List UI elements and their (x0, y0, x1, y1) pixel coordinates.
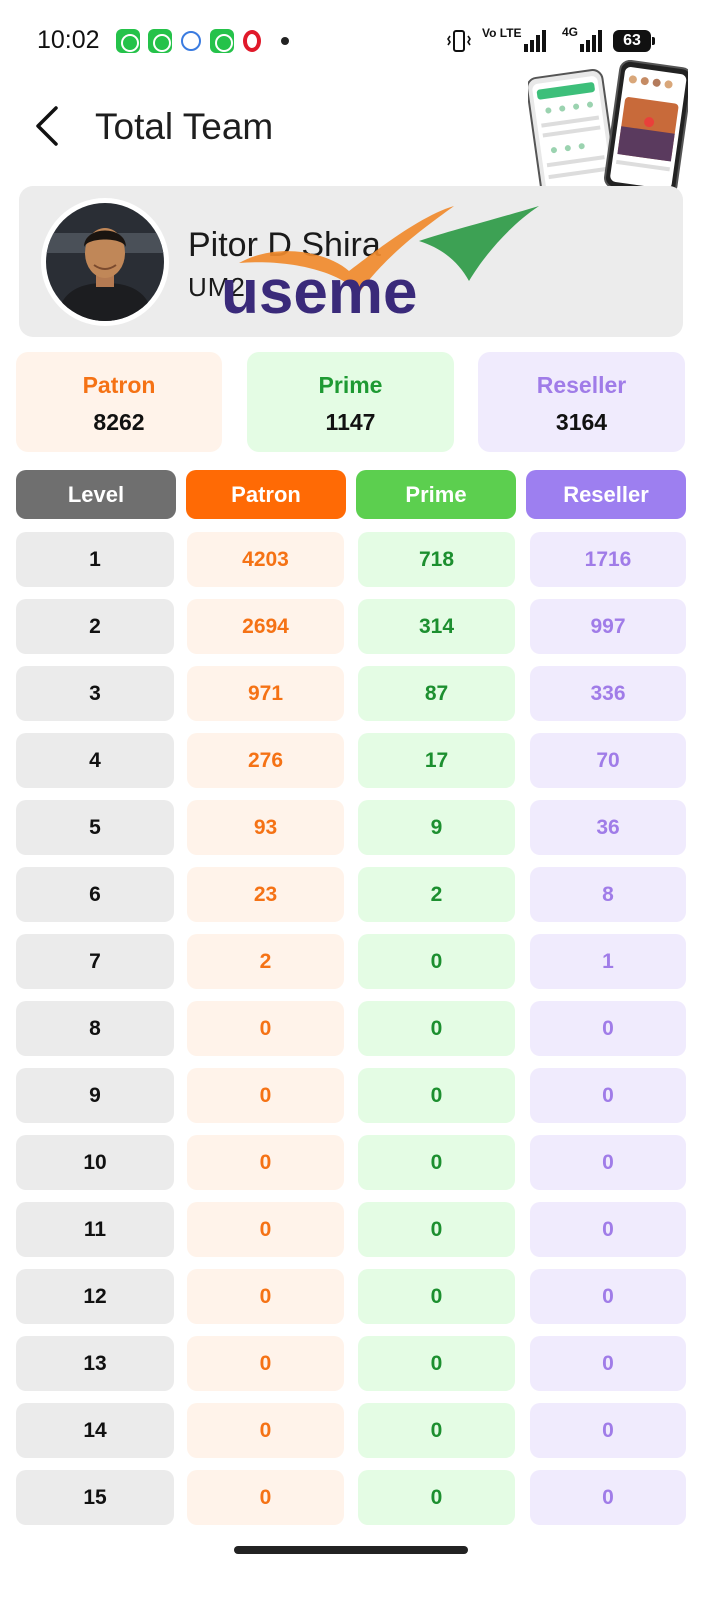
back-button[interactable] (28, 103, 68, 149)
table-cell-level: 5 (16, 800, 174, 855)
column-header-prime: Prime (356, 470, 516, 519)
whatsapp-icon (148, 29, 172, 53)
table-cell-prime: 0 (358, 1470, 515, 1525)
table-cell-reseller: 1716 (530, 532, 686, 587)
table-cell-level: 4 (16, 733, 174, 788)
table-cell-prime: 0 (358, 1403, 515, 1458)
signal-icon (524, 30, 548, 52)
table-cell-reseller: 1 (530, 934, 686, 989)
summary-prime: Prime 1147 (247, 352, 454, 452)
table-cell-reseller: 0 (530, 1269, 686, 1324)
whatsapp-icon (210, 29, 234, 53)
table-cell-level: 12 (16, 1269, 174, 1324)
table-cell-patron: 0 (187, 1068, 344, 1123)
table-cell-reseller: 0 (530, 1202, 686, 1257)
table-cell-level: 2 (16, 599, 174, 654)
table-cell-level: 10 (16, 1135, 174, 1190)
table-cell-reseller: 0 (530, 1068, 686, 1123)
table-cell-patron: 2694 (187, 599, 344, 654)
summary-reseller: Reseller 3164 (478, 352, 685, 452)
home-indicator[interactable] (234, 1546, 468, 1554)
summary-value-prime: 1147 (325, 409, 376, 435)
table-cell-prime: 0 (358, 1001, 515, 1056)
table-cell-level: 15 (16, 1470, 174, 1525)
table-cell-level: 8 (16, 1001, 174, 1056)
table-cell-level: 9 (16, 1068, 174, 1123)
table-cell-level: 7 (16, 934, 174, 989)
vibrate-icon (447, 30, 471, 52)
summary-value-patron: 8262 (93, 409, 145, 435)
table-cell-level: 3 (16, 666, 174, 721)
table-cell-prime: 0 (358, 1135, 515, 1190)
table-cell-patron: 23 (187, 867, 344, 922)
table-cell-reseller: 0 (530, 1336, 686, 1391)
battery-icon: 63 (613, 30, 655, 52)
table-cell-patron: 276 (187, 733, 344, 788)
column-header-level: Level (16, 470, 176, 519)
table-cell-reseller: 70 (530, 733, 686, 788)
table-cell-reseller: 36 (530, 800, 686, 855)
table-cell-patron: 2 (187, 934, 344, 989)
profile-card: Pitor D Shira UM2 useme (19, 186, 683, 337)
page-title: Total Team (95, 106, 274, 147)
opera-icon (243, 30, 261, 52)
table-cell-level: 13 (16, 1336, 174, 1391)
table-cell-prime: 9 (358, 800, 515, 855)
table-cell-reseller: 997 (530, 599, 686, 654)
profile-photo (46, 203, 164, 321)
table-cell-reseller: 0 (530, 1135, 686, 1190)
table-cell-reseller: 0 (530, 1403, 686, 1458)
table-cell-prime: 718 (358, 532, 515, 587)
table-cell-patron: 971 (187, 666, 344, 721)
table-cell-patron: 4203 (187, 532, 344, 587)
summary-value-reseller: 3164 (555, 409, 608, 435)
table-cell-prime: 0 (358, 1269, 515, 1324)
table-cell-prime: 0 (358, 1068, 515, 1123)
table-cell-prime: 2 (358, 867, 515, 922)
table-cell-patron: 0 (187, 1001, 344, 1056)
table-cell-level: 14 (16, 1403, 174, 1458)
table-cell-reseller: 336 (530, 666, 686, 721)
table-cell-patron: 93 (187, 800, 344, 855)
summary-patron: Patron 8262 (16, 352, 222, 452)
table-cell-patron: 0 (187, 1336, 344, 1391)
table-cell-prime: 87 (358, 666, 515, 721)
signal-icon-2 (580, 30, 604, 52)
status-time: 10:02 (37, 26, 100, 54)
chevron-left-icon (36, 106, 58, 146)
table-cell-prime: 314 (358, 599, 515, 654)
whatsapp-icon (116, 29, 140, 53)
more-notifications-icon (281, 37, 289, 45)
network-4g-label: 4G (562, 25, 579, 39)
useme-logo: useme (221, 206, 539, 321)
summary-label-patron: Patron (82, 372, 156, 398)
table-cell-patron: 0 (187, 1269, 344, 1324)
column-header-reseller: Reseller (526, 470, 686, 519)
messenger-icon (181, 31, 201, 51)
network-label: Vo LTE (482, 26, 522, 40)
table-cell-prime: 0 (358, 1202, 515, 1257)
table-cell-reseller: 0 (530, 1470, 686, 1525)
table-cell-prime: 0 (358, 1336, 515, 1391)
logo-text: useme (221, 258, 417, 321)
table-cell-patron: 0 (187, 1470, 344, 1525)
table-cell-level: 6 (16, 867, 174, 922)
summary-label-prime: Prime (318, 372, 383, 398)
table-cell-reseller: 8 (530, 867, 686, 922)
table-cell-patron: 0 (187, 1202, 344, 1257)
column-header-patron: Patron (186, 470, 346, 519)
table-cell-level: 11 (16, 1202, 174, 1257)
table-cell-reseller: 0 (530, 1001, 686, 1056)
table-cell-level: 1 (16, 532, 174, 587)
table-cell-patron: 0 (187, 1135, 344, 1190)
avatar[interactable] (41, 198, 169, 326)
table-cell-prime: 0 (358, 934, 515, 989)
summary-label-reseller: Reseller (536, 372, 627, 398)
table-cell-patron: 0 (187, 1403, 344, 1458)
table-cell-prime: 17 (358, 733, 515, 788)
